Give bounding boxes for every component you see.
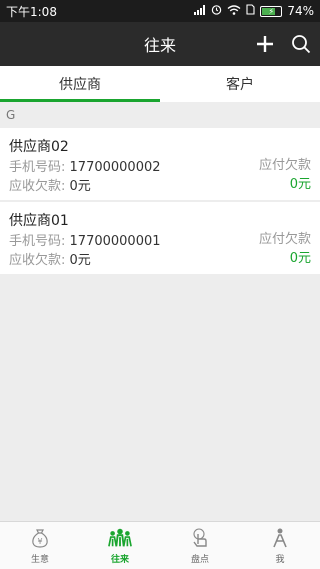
list-item[interactable]: 供应商02 手机号码: 17700000002 应收欠款: 0元 应付欠款 0元 — [0, 128, 320, 200]
search-icon[interactable] — [290, 33, 312, 55]
battery-percent: 74% — [287, 4, 314, 18]
charging-icon: ⚡ — [268, 6, 275, 16]
supplier-name: 供应商01 — [9, 213, 69, 229]
receivable-value: 0元 — [69, 179, 91, 194]
svg-text:¥: ¥ — [37, 537, 42, 546]
tab-bar: 供应商 客户 — [0, 66, 320, 102]
payable-value: 0元 — [289, 251, 311, 266]
alarm-icon — [211, 4, 222, 18]
nav-item-inventory[interactable]: 盘点 — [160, 522, 240, 569]
phone-label: 手机号码: — [9, 160, 66, 175]
phone-row: 手机号码: 17700000002 — [9, 156, 161, 175]
people-icon — [108, 526, 132, 550]
receivable-label: 应收欠款: — [9, 253, 66, 268]
supplier-name: 供应商02 — [9, 139, 69, 155]
payable-label: 应付欠款 — [258, 158, 311, 173]
nav-label: 我 — [275, 555, 285, 565]
receivable-label: 应收欠款: — [9, 179, 66, 194]
payable-label: 应付欠款 — [258, 232, 311, 247]
app-bar: 往来 — [0, 22, 320, 66]
list-item-info: 供应商02 手机号码: 17700000002 应收欠款: 0元 — [9, 136, 161, 194]
list-item-payable: 应付欠款 0元 — [259, 210, 311, 266]
status-time: 下午1:08 — [6, 4, 57, 19]
status-icons: ⚡ 74% — [194, 4, 314, 18]
signal-icon — [194, 4, 206, 18]
section-index-letter: G — [0, 104, 320, 126]
status-bar: 下午1:08 ⚡ 74% — [0, 0, 320, 22]
page-title: 往来 — [143, 36, 176, 55]
battery-icon: ⚡ — [260, 5, 283, 17]
tab-customers[interactable]: 客户 — [160, 66, 320, 102]
supplier-list: 供应商02 手机号码: 17700000002 应收欠款: 0元 应付欠款 0元… — [0, 128, 320, 276]
list-item[interactable]: 供应商01 手机号码: 17700000001 应收欠款: 0元 应付欠款 0元 — [0, 202, 320, 274]
list-item-payable: 应付欠款 0元 — [259, 136, 311, 192]
nav-label: 往来 — [110, 555, 129, 565]
phone-value: 17700000001 — [69, 234, 161, 249]
money-bag-icon: ¥ — [28, 526, 52, 550]
tab-label: 客户 — [226, 77, 254, 93]
nav-item-contacts[interactable]: 往来 — [80, 522, 160, 569]
wifi-icon — [227, 4, 241, 18]
plus-icon[interactable] — [254, 33, 276, 55]
nav-item-business[interactable]: ¥ 生意 — [0, 522, 80, 569]
bottom-nav: ¥ 生意 往来 盘点 我 — [0, 521, 320, 569]
person-icon — [268, 526, 292, 550]
payable-value: 0元 — [289, 177, 311, 192]
sim-icon — [246, 4, 255, 18]
phone-label: 手机号码: — [9, 234, 66, 249]
receivable-value: 0元 — [69, 253, 91, 268]
phone-row: 手机号码: 17700000001 — [9, 230, 161, 249]
nav-item-me[interactable]: 我 — [240, 522, 320, 569]
app-bar-actions — [254, 22, 312, 66]
nav-label: 盘点 — [190, 555, 209, 565]
list-item-info: 供应商01 手机号码: 17700000001 应收欠款: 0元 — [9, 210, 161, 268]
tab-label: 供应商 — [59, 77, 101, 93]
tab-suppliers[interactable]: 供应商 — [0, 66, 160, 102]
receivable-row: 应收欠款: 0元 — [9, 175, 161, 194]
nav-label: 生意 — [30, 555, 49, 565]
touch-icon — [188, 526, 212, 550]
receivable-row: 应收欠款: 0元 — [9, 249, 161, 268]
phone-value: 17700000002 — [69, 160, 161, 175]
